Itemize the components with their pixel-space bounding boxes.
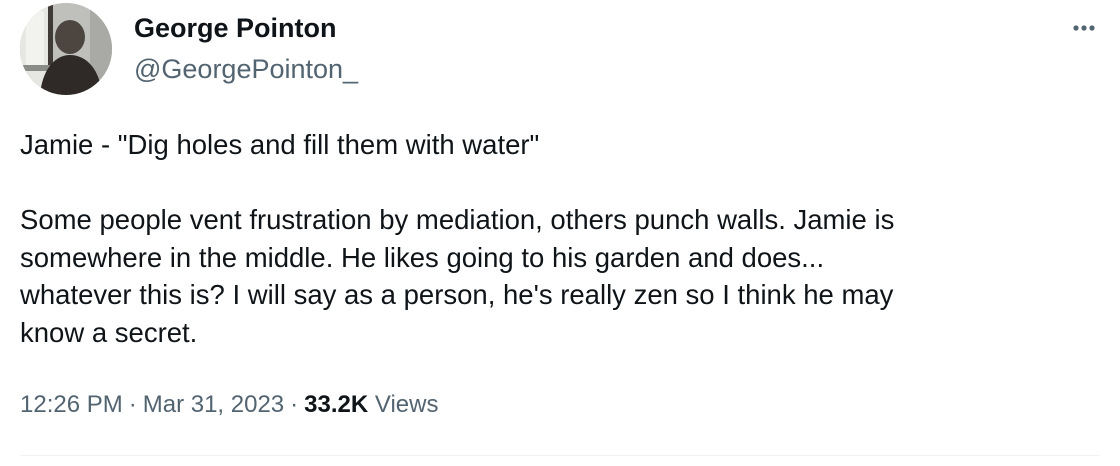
tweet-card: George Pointon @GeorgePointon_ Jamie - "… bbox=[0, 0, 1120, 466]
author-display-name[interactable]: George Pointon bbox=[134, 12, 337, 44]
more-options-button[interactable] bbox=[1066, 14, 1102, 42]
tweet-text-line: know a secret. bbox=[20, 316, 198, 348]
separator: · bbox=[290, 391, 299, 418]
tweet-time-link[interactable]: 12:26 PM · Mar 31, 2023 bbox=[20, 391, 284, 418]
avatar[interactable] bbox=[20, 3, 112, 95]
tweet-text: Jamie - "Dig holes and fill them with wa… bbox=[20, 126, 1100, 351]
views-link[interactable]: 33.2K Views bbox=[304, 391, 438, 418]
divider bbox=[20, 455, 1100, 456]
author-handle[interactable]: @GeorgePointon_ bbox=[134, 53, 358, 85]
tweet-text-line: somewhere in the middle. He likes going … bbox=[20, 241, 825, 273]
tweet-text-blank-line bbox=[20, 164, 1100, 202]
profile-photo-icon bbox=[20, 3, 112, 95]
tweet-date: Mar 31, 2023 bbox=[142, 391, 285, 418]
tweet-text-line: Some people vent frustration by mediatio… bbox=[20, 204, 895, 235]
views-label: Views bbox=[374, 391, 439, 418]
tweet-time: 12:26 PM bbox=[20, 391, 123, 418]
tweet-text-line: Jamie - "Dig holes and fill them with wa… bbox=[20, 129, 540, 160]
separator: · bbox=[128, 391, 137, 418]
tweet-metadata: 12:26 PM · Mar 31, 2023 · 33.2K Views bbox=[20, 389, 438, 421]
tweet-text-line: whatever this is? I will say as a person… bbox=[20, 279, 894, 310]
more-horizontal-icon bbox=[1073, 25, 1095, 31]
views-count: 33.2K bbox=[304, 391, 369, 418]
